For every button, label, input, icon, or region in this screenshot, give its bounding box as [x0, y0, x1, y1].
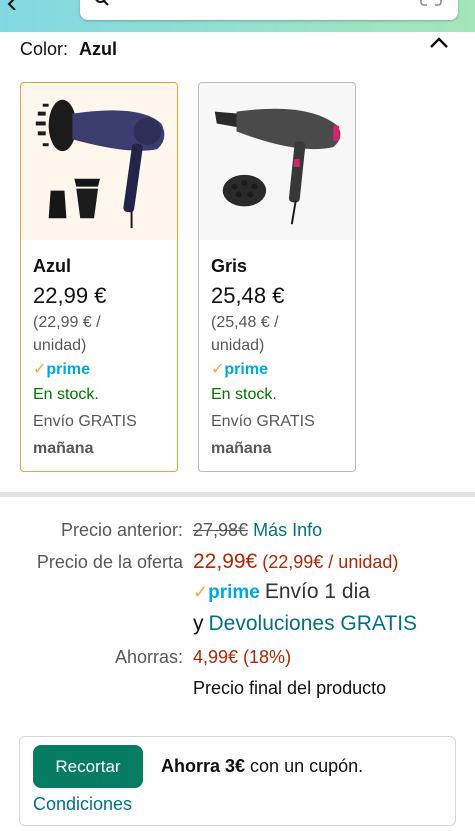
- header-bar: [0, 0, 475, 32]
- clip-coupon-button[interactable]: Recortar: [33, 745, 143, 788]
- checkmark-icon: ✓: [33, 361, 47, 378]
- savings-value: 4,99€ (18%): [193, 647, 292, 667]
- more-info-link[interactable]: Más Info: [253, 520, 322, 540]
- previous-price-label: Precio anterior:: [60, 520, 183, 540]
- swatch-unit-price: (22,99 € /: [33, 314, 101, 331]
- search-input[interactable]: [80, 0, 458, 20]
- coupon-box: Recortar Ahorra 3€ con un cupón. Condici…: [19, 736, 456, 826]
- shipping-text: Envío GRATIS: [211, 413, 315, 430]
- selected-color-value: Azul: [79, 39, 118, 59]
- swatch-color-name: Gris: [211, 256, 248, 276]
- prime-badge: ✓prime: [33, 358, 169, 382]
- coupon-description: con un cupón.: [245, 756, 364, 776]
- free-returns-link[interactable]: Devoluciones GRATIS: [209, 612, 418, 635]
- chevron-up-icon[interactable]: [429, 36, 449, 50]
- deal-price: 22,99€: [193, 550, 258, 573]
- coupon-amount: Ahorra 3€: [161, 756, 246, 776]
- color-swatch-gris[interactable]: Gris 25,48 € (25,48 € / unidad) ✓prime E…: [198, 82, 356, 472]
- prime-label: prime: [46, 361, 90, 378]
- stock-status: En stock.: [33, 386, 99, 403]
- shipping-text: Envío GRATIS: [33, 413, 137, 430]
- final-price-note: Precio final del producto: [193, 678, 387, 698]
- checkmark-icon: ✓: [193, 582, 209, 602]
- previous-price-value-group: 27,98€ Más Info: [193, 517, 322, 543]
- product-image-gris: [199, 83, 355, 240]
- returns-group: y Devoluciones GRATIS: [193, 611, 417, 637]
- coupon-conditions-link[interactable]: Condiciones: [33, 791, 132, 817]
- arrow-left-icon[interactable]: [6, 0, 20, 10]
- hair-dryer-blue-image: [35, 99, 165, 229]
- prime-delivery-group: ✓prime Envío 1 dia: [193, 579, 370, 606]
- hair-dryer-grey-image: [214, 108, 341, 225]
- delivery-date: mañana: [33, 440, 94, 457]
- color-selector: Color: Azul: [20, 37, 117, 61]
- product-image-azul: [21, 83, 177, 240]
- swatch-details-azul: Azul 22,99 € (22,99 € / unidad) ✓prime E…: [33, 255, 169, 462]
- swatch-color-name: Azul: [33, 256, 71, 276]
- swatch-price: 25,48 €: [211, 283, 285, 308]
- swatch-unit-price: (25,48 € /: [211, 314, 279, 331]
- savings-label: Ahorras:: [114, 647, 183, 667]
- returns-prefix: y: [193, 612, 204, 635]
- section-divider: [0, 492, 475, 497]
- swatch-price: 22,99 €: [33, 283, 107, 308]
- swatch-unit-price-suffix: unidad): [33, 337, 87, 354]
- delivery-date: mañana: [211, 440, 272, 457]
- prime-label: prime: [208, 582, 260, 603]
- swatch-details-gris: Gris 25,48 € (25,48 € / unidad) ✓prime E…: [211, 255, 347, 462]
- prime-label: prime: [224, 361, 268, 378]
- coupon-text: Ahorra 3€ con un cupón.: [161, 754, 363, 778]
- color-label: Color:: [20, 39, 69, 59]
- stock-status: En stock.: [211, 386, 277, 403]
- deal-price-value-group: 22,99€ (22,99€ / unidad): [193, 549, 398, 575]
- search-icon: [95, 0, 109, 6]
- swatch-unit-price-suffix: unidad): [211, 337, 265, 354]
- previous-price: 27,98€: [193, 520, 249, 540]
- checkmark-icon: ✓: [211, 361, 225, 378]
- prime-badge: ✓prime: [211, 358, 347, 382]
- color-swatch-azul[interactable]: Azul 22,99 € (22,99 € / unidad) ✓prime E…: [20, 82, 178, 472]
- delivery-speed: Envío 1 dia: [264, 580, 370, 603]
- deal-price-label: Precio de la oferta: [36, 552, 183, 572]
- scan-icon[interactable]: [420, 0, 442, 6]
- deal-unit-price: (22,99€ / unidad): [262, 552, 399, 572]
